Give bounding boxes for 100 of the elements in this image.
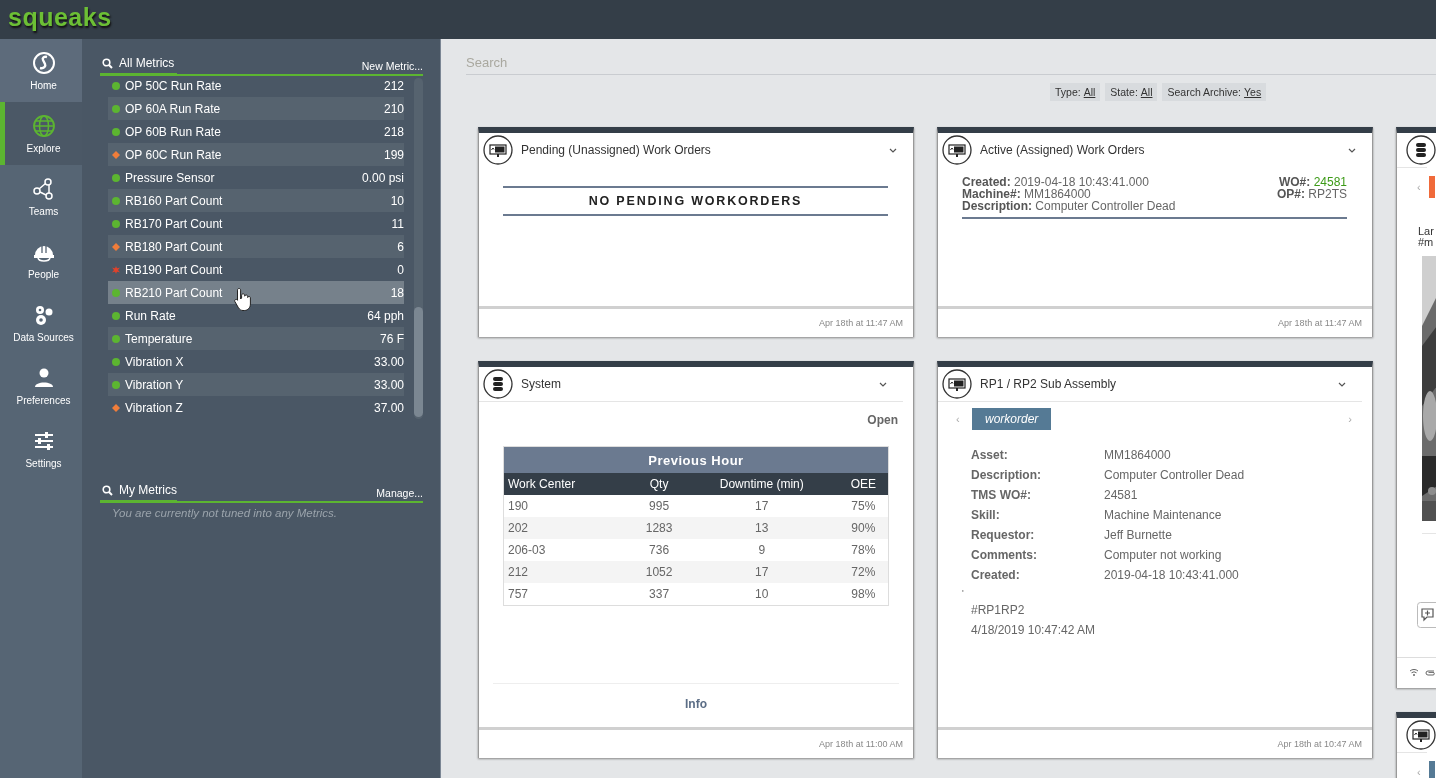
nav-item[interactable]: Teams [0, 165, 82, 228]
metric-row[interactable]: RB170 Part Count 11 [108, 212, 404, 235]
monitor-icon [942, 369, 972, 399]
field-value: Machine Maintenance [1104, 508, 1223, 522]
empty-message: You are currently not tuned into any Metrics. [111, 506, 338, 519]
search-icon [102, 57, 113, 69]
logo[interactable]: squeaks [8, 3, 112, 32]
metric-row[interactable]: Pressure Sensor 0.00 psi [108, 166, 404, 189]
nav-item[interactable]: Preferences [0, 354, 82, 417]
column-header: Work Center [503, 473, 634, 495]
filter-link[interactable]: All [1140, 86, 1153, 98]
monitor-icon [483, 135, 513, 165]
card-title: Pending (Unassigned) Work Orders [521, 143, 712, 157]
panel-link[interactable]: Manage... [376, 487, 423, 501]
paperclip-icon [1425, 668, 1435, 676]
table-title: Previous Hour [503, 446, 889, 473]
info-link[interactable]: Info [685, 697, 707, 711]
status-dot [112, 173, 120, 182]
scrollbar[interactable] [414, 78, 423, 419]
card-title: RP1 / RP2 Sub Assembly [980, 377, 1118, 391]
field-label: TMS WO#: [971, 488, 1032, 502]
open-link[interactable]: Open [867, 413, 898, 427]
table-cell: 75% [838, 495, 889, 517]
add-comment-icon[interactable] [1417, 602, 1436, 628]
filter-chip[interactable]: State: All [1105, 83, 1158, 101]
metric-row[interactable]: Vibration Z 37.00 [108, 396, 404, 419]
monitor-icon [942, 135, 972, 165]
timestamp: Apr 18th at 11:00 AM [819, 739, 903, 749]
timestamp: Apr 18th at 11:47 AM [819, 318, 903, 328]
table-cell: 337 [633, 583, 685, 606]
status-dot [112, 311, 120, 320]
field-text: Created: 2019-04-18 10:43:41.000 [962, 176, 1150, 189]
metric-row[interactable]: Temperature 76 F [108, 327, 404, 350]
warning-diamond-icon [112, 150, 120, 159]
metric-row[interactable]: Run Rate 64 pph [108, 304, 404, 327]
panel-tab[interactable]: My Metrics [100, 483, 177, 503]
timestamp: Apr 18th at 10:47 AM [1277, 739, 1362, 749]
status-dot [112, 81, 120, 90]
metric-row[interactable]: Vibration Y 33.00 [108, 373, 404, 396]
metric-row[interactable]: RB190 Part Count 0 [108, 258, 404, 281]
column-header: Qty [633, 473, 685, 495]
column-header: Downtime (min) [684, 473, 839, 495]
timestamp: Apr 18th at 11:47 AM [1278, 318, 1362, 328]
chevron-down-icon[interactable] [1338, 381, 1346, 387]
status-dot [112, 104, 120, 113]
table-cell: 17 [684, 495, 839, 517]
nav-item[interactable]: People [0, 228, 82, 291]
search-field[interactable]: Search [466, 52, 1436, 75]
nav-item[interactable]: Home [0, 39, 82, 102]
metric-row[interactable]: OP 60C Run Rate 199 [108, 143, 404, 166]
metric-row[interactable]: RB180 Part Count 6 [108, 235, 404, 258]
table-cell: 212 [503, 561, 634, 583]
table-cell: 995 [633, 495, 685, 517]
field-label: Created: [971, 568, 1021, 582]
panel-link[interactable]: New Metric... [361, 60, 423, 74]
nav-item[interactable]: Data Sources [0, 291, 82, 354]
metric-row[interactable]: OP 60B Run Rate 218 [108, 120, 404, 143]
status-dot [112, 380, 120, 389]
panel-tab[interactable]: All Metrics [100, 56, 177, 76]
filter-link[interactable]: All [1083, 86, 1096, 98]
nav-item[interactable]: Explore [0, 102, 82, 165]
metric-row[interactable]: RB160 Part Count 10 [108, 189, 404, 212]
table-cell: 206-03 [503, 539, 634, 561]
field-text: Description: Computer Controller Dead [962, 200, 1176, 213]
metric-row[interactable]: Vibration X 33.00 [108, 350, 404, 373]
card-title: Active (Assigned) Work Orders [980, 143, 1146, 157]
logo-icon [31, 50, 56, 75]
nav-item[interactable]: Settings [0, 417, 82, 480]
chevron-down-icon[interactable] [889, 147, 897, 153]
tab[interactable]: workorder [972, 408, 1052, 430]
table-cell: 1283 [633, 517, 685, 539]
table-cell: 757 [503, 583, 634, 606]
table-cell: 13 [684, 517, 839, 539]
field-label: Asset: [971, 448, 1009, 462]
status-dot [112, 127, 120, 136]
status-dot [112, 357, 120, 366]
field-text: Machine#: MM1864000 [962, 188, 1092, 201]
chevron-down-icon[interactable] [879, 381, 887, 387]
table-cell: 9 [684, 539, 839, 561]
field-value: Computer not working [1104, 548, 1223, 562]
field-value: 24581 [1104, 488, 1139, 502]
field-value: MM1864000 [1104, 448, 1172, 462]
metric-row[interactable]: OP 50C Run Rate 212 [108, 74, 404, 97]
database-icon [483, 369, 513, 399]
filter-chip[interactable]: Type: All [1050, 83, 1101, 101]
field-value: Computer Controller Dead [1104, 468, 1246, 482]
status-dot [112, 334, 120, 343]
scrollbar-thumb[interactable] [414, 307, 423, 417]
hand-cursor-icon [234, 287, 252, 311]
chevron-down-icon[interactable] [1348, 147, 1356, 153]
table-cell: 98% [838, 583, 889, 606]
filter-chip[interactable]: Search Archive: Yes [1162, 83, 1267, 101]
filter-link[interactable]: Yes [1244, 86, 1262, 98]
table-cell: 17 [684, 561, 839, 583]
field-label: Skill: [971, 508, 1001, 522]
note-text: #RP1RP2 [971, 603, 1026, 617]
metric-row[interactable]: OP 60A Run Rate 210 [108, 97, 404, 120]
alarm-icon [112, 265, 120, 274]
post-text: Lar #m [1418, 226, 1435, 248]
notice-banner: NO PENDING WORKORDERS [503, 186, 888, 216]
